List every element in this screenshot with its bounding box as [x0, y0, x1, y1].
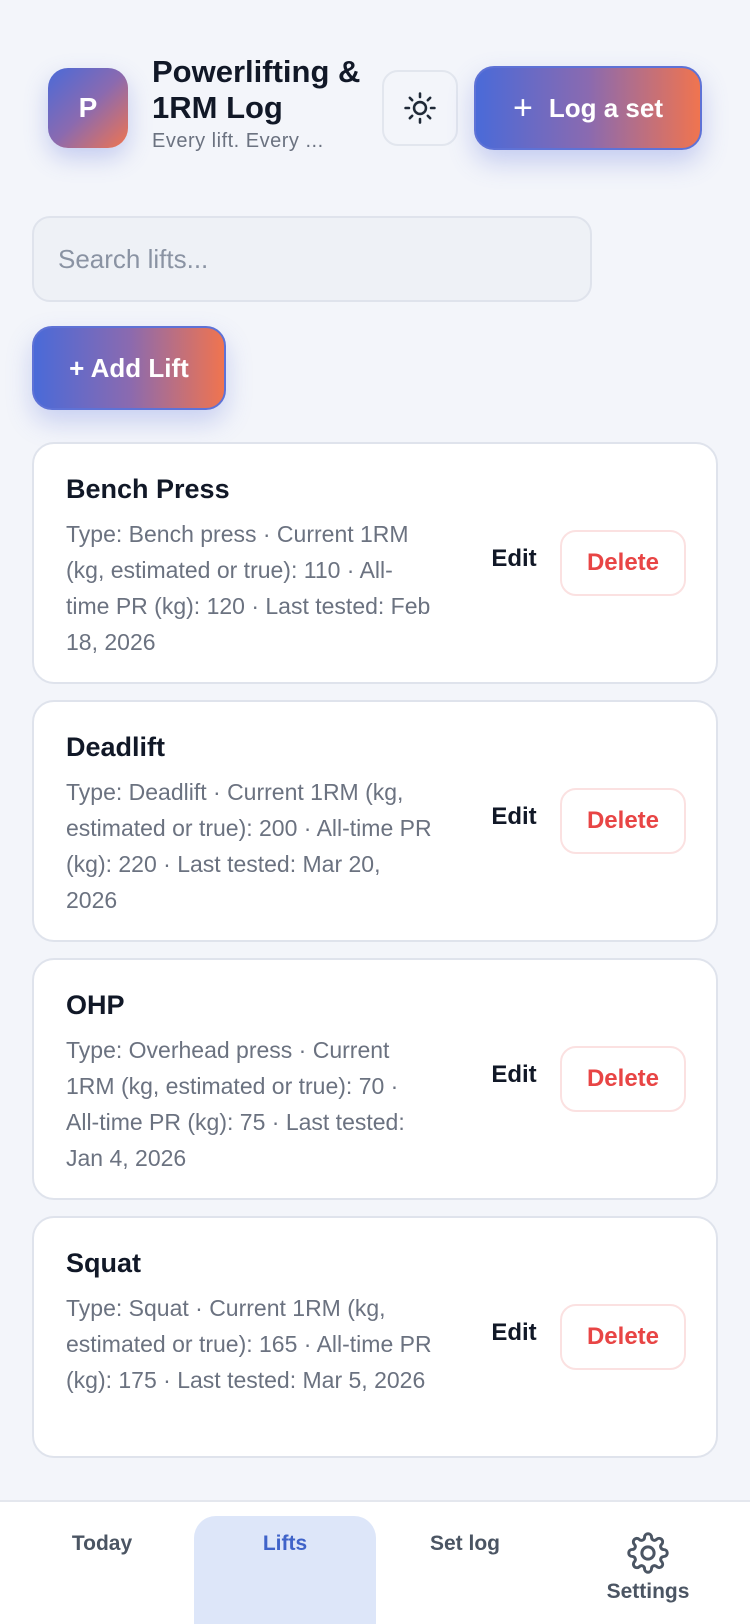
app-subtitle: Every lift. Every ...	[152, 130, 324, 152]
lift-details: Type: Deadlift · Current 1RM (kg, estima…	[66, 779, 432, 913]
nav-tab-label: Settings	[606, 1580, 690, 1603]
nav-tab-label: Today	[71, 1532, 133, 1555]
lift-name: OHP	[66, 990, 125, 1020]
lift-card: Bench Press Type: Bench press · Current …	[32, 442, 718, 684]
lift-details: Type: Bench press · Current 1RM (kg, est…	[66, 521, 431, 655]
nav-tab-label: Set log	[429, 1532, 500, 1555]
log-set-label: Log a set	[548, 92, 663, 123]
title-block: Powerlifting & 1RM Log Every lift. Every…	[152, 54, 362, 153]
nav-tab-label: Lifts	[262, 1532, 308, 1555]
lift-details: Type: Squat · Current 1RM (kg, estimated…	[66, 1295, 432, 1393]
lift-card: OHP Type: Overhead press · Current 1RM (…	[32, 958, 718, 1200]
search-input[interactable]	[32, 216, 592, 302]
lift-name: Bench Press	[66, 474, 230, 504]
edit-button[interactable]: Edit	[474, 1306, 554, 1360]
lift-card: Deadlift Type: Deadlift · Current 1RM (k…	[32, 700, 718, 942]
gear-icon	[627, 1532, 669, 1574]
lift-name: Squat	[66, 1248, 142, 1278]
theme-toggle-button[interactable]	[382, 70, 458, 146]
delete-button[interactable]: Delete	[560, 788, 686, 854]
edit-button[interactable]: Edit	[474, 790, 554, 844]
nav-tab-set-log[interactable]: Set log	[402, 1502, 528, 1624]
lift-card: Squat Type: Squat · Current 1RM (kg, est…	[32, 1216, 718, 1458]
lift-details: Type: Overhead press · Current 1RM (kg, …	[66, 1037, 405, 1171]
nav-tab-today[interactable]: Today	[40, 1502, 164, 1624]
delete-button[interactable]: Delete	[560, 530, 686, 596]
add-lift-button[interactable]: + Add Lift	[32, 326, 226, 410]
sun-icon	[404, 92, 436, 124]
delete-button[interactable]: Delete	[560, 1046, 686, 1112]
app-page: P Powerlifting & 1RM Log Every lift. Eve…	[0, 0, 750, 1624]
nav-tab-settings[interactable]: Settings	[578, 1502, 718, 1624]
delete-button[interactable]: Delete	[560, 1304, 686, 1370]
app-title: Powerlifting & 1RM Log	[152, 54, 361, 125]
app-header: P Powerlifting & 1RM Log Every lift. Eve…	[0, 0, 750, 180]
app-logo: P	[48, 68, 128, 148]
log-set-button[interactable]: + Log a set	[474, 66, 702, 150]
bottom-nav: Today Lifts Set log Settings	[0, 1500, 750, 1624]
lift-name: Deadlift	[66, 732, 166, 762]
plus-icon: +	[513, 89, 533, 127]
nav-tab-lifts[interactable]: Lifts	[194, 1516, 376, 1624]
edit-button[interactable]: Edit	[474, 532, 554, 586]
edit-button[interactable]: Edit	[474, 1048, 554, 1102]
